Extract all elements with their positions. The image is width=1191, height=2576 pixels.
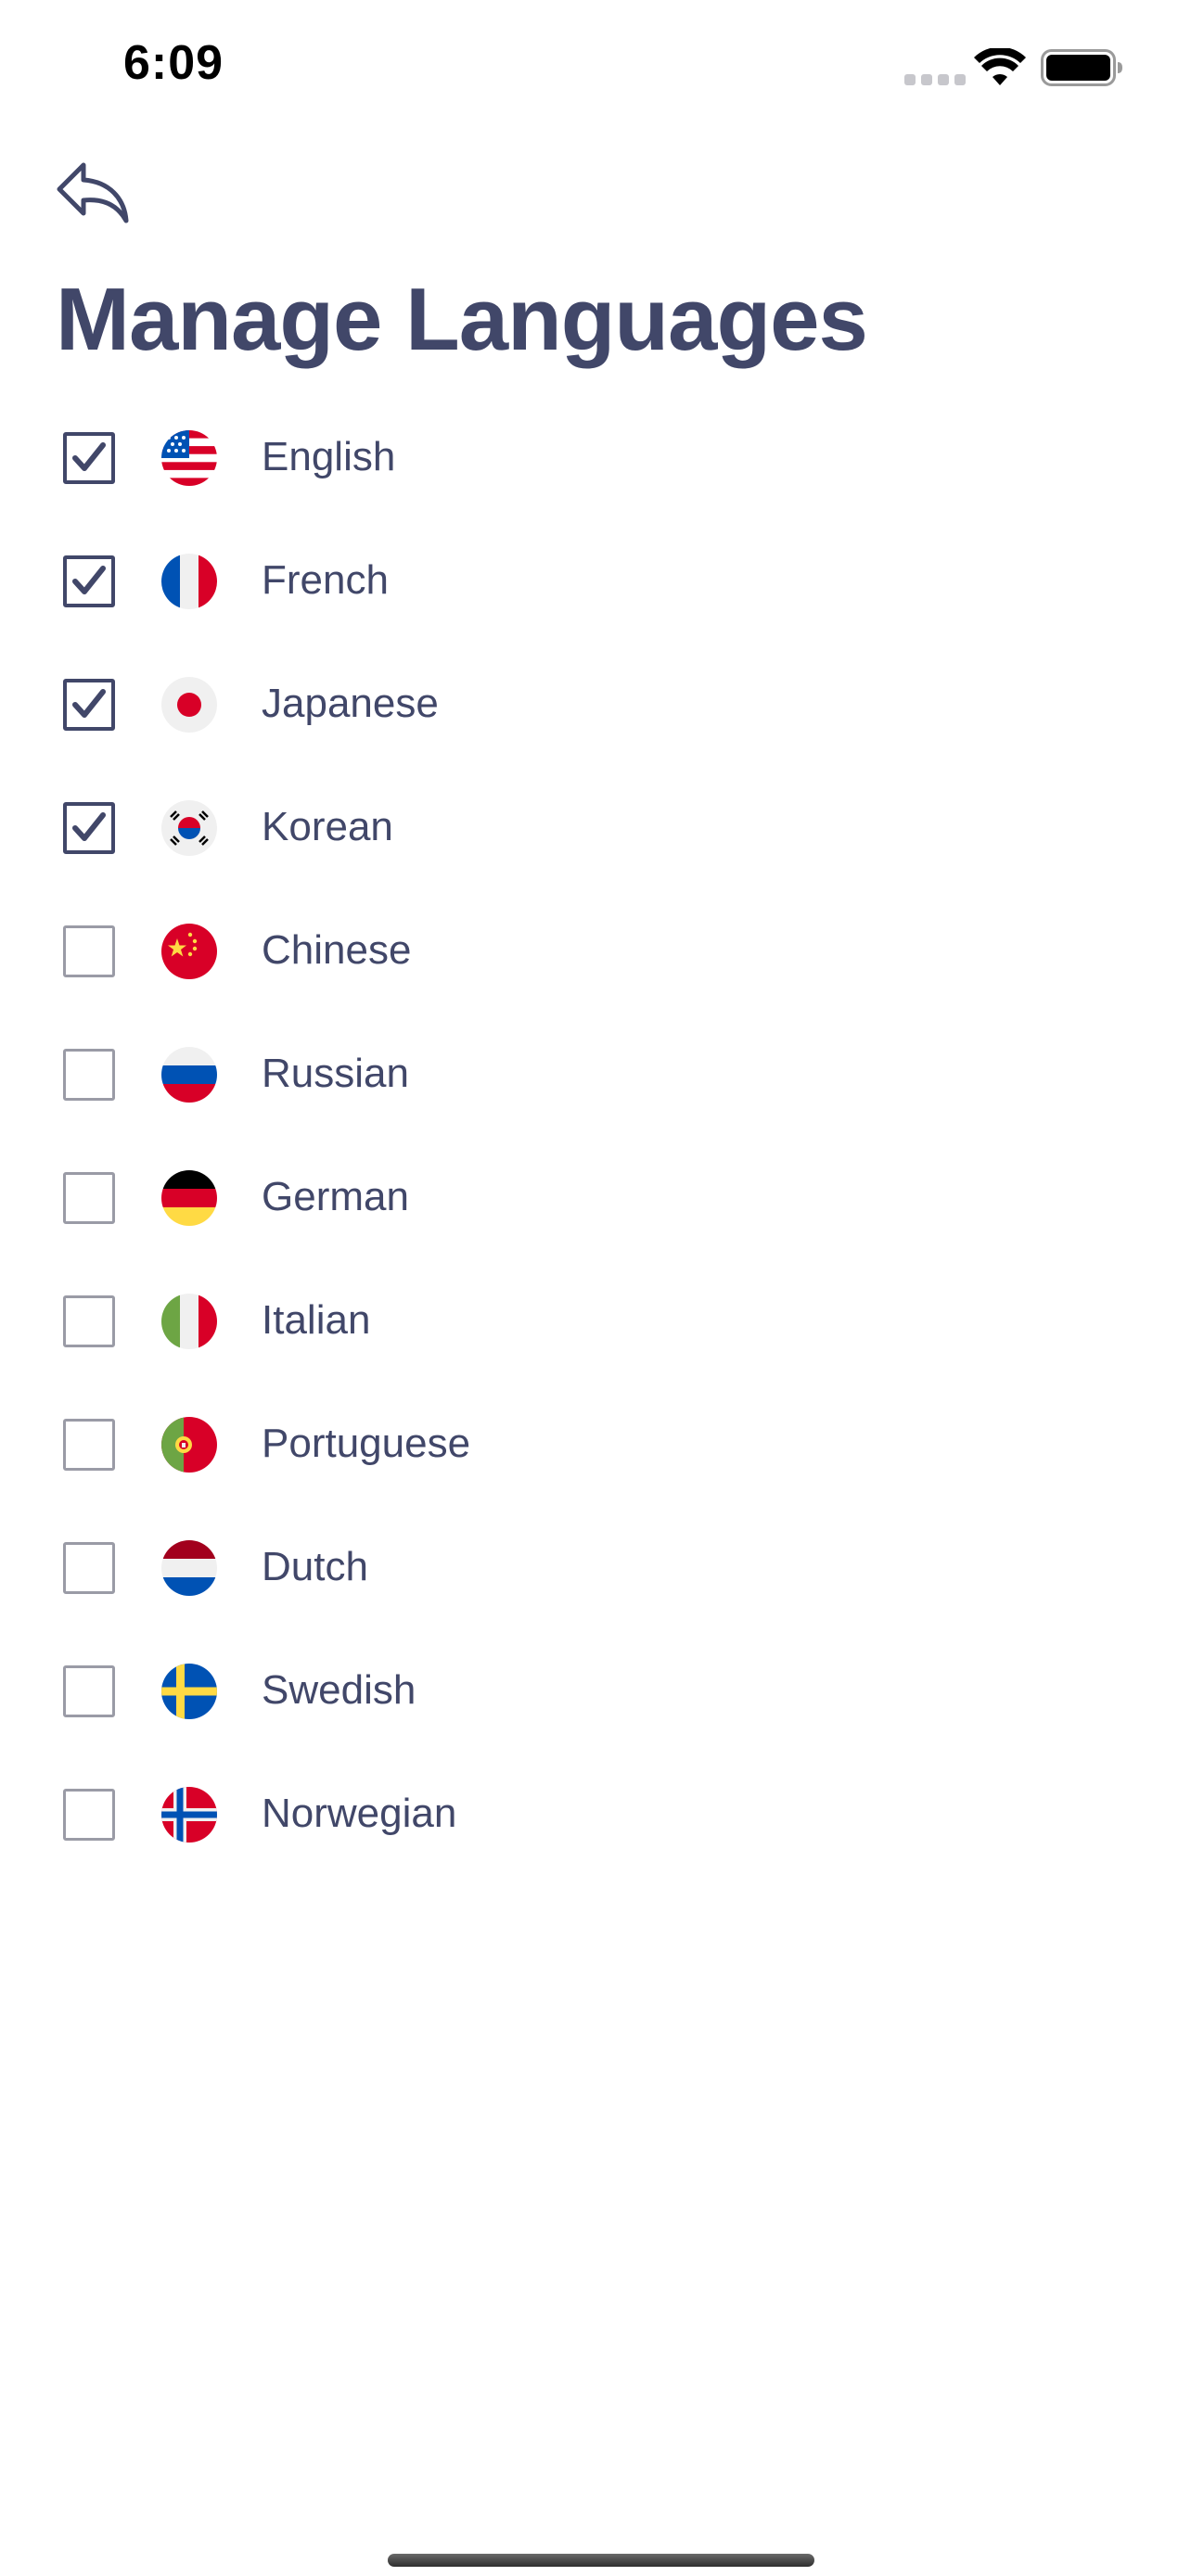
language-item-portuguese[interactable]: Portuguese [0,1385,1191,1509]
language-label: Norwegian [262,1791,457,1836]
france-flag-icon [161,554,217,609]
checkbox-japanese[interactable] [63,679,115,731]
language-list: English French Japanese Korean Chinese R… [0,399,1191,1879]
checkbox-french[interactable] [63,555,115,607]
checkmark-icon [72,812,106,841]
checkbox-italian[interactable] [63,1295,115,1347]
language-item-japanese[interactable]: Japanese [0,645,1191,769]
wifi-icon [974,48,1026,85]
italy-flag-icon [161,1294,217,1349]
japan-flag-icon [161,677,217,733]
language-item-swedish[interactable]: Swedish [0,1632,1191,1755]
germany-flag-icon [161,1170,217,1226]
language-item-norwegian[interactable]: Norwegian [0,1755,1191,1879]
checkbox-russian[interactable] [63,1049,115,1101]
home-indicator[interactable] [388,2554,814,2567]
portugal-flag-icon [161,1417,217,1473]
language-label: French [262,557,389,603]
korea-flag-icon [161,800,217,856]
checkmark-icon [72,689,106,718]
checkmark-icon [72,566,106,594]
back-button[interactable] [56,159,132,226]
language-item-italian[interactable]: Italian [0,1262,1191,1385]
checkmark-icon [72,442,106,471]
norway-flag-icon [161,1787,217,1843]
netherlands-flag-icon [161,1540,217,1596]
checkbox-swedish[interactable] [63,1665,115,1717]
signal-dots-icon [904,74,966,85]
language-label: Chinese [262,927,412,973]
language-item-english[interactable]: English [0,399,1191,522]
checkbox-norwegian[interactable] [63,1789,115,1841]
language-label: Italian [262,1297,371,1343]
language-item-russian[interactable]: Russian [0,1015,1191,1139]
language-item-chinese[interactable]: Chinese [0,892,1191,1015]
language-item-german[interactable]: German [0,1139,1191,1262]
back-arrow-icon [57,162,129,223]
language-label: Swedish [262,1667,416,1713]
status-bar: 6:09 [0,0,1191,139]
battery-icon [1041,49,1122,86]
language-item-french[interactable]: French [0,522,1191,645]
language-label: German [262,1174,409,1219]
sweden-flag-icon [161,1664,217,1719]
status-time: 6:09 [123,36,224,90]
checkbox-chinese[interactable] [63,925,115,977]
us-flag-icon [161,430,217,486]
checkbox-german[interactable] [63,1172,115,1224]
language-label: Portuguese [262,1421,471,1466]
language-label: Korean [262,804,393,849]
china-flag-icon [161,924,217,979]
checkbox-english[interactable] [63,432,115,484]
language-label: Japanese [262,681,439,726]
page-title: Manage Languages [56,270,868,369]
language-label: Dutch [262,1544,368,1589]
language-label: English [262,434,396,479]
checkbox-dutch[interactable] [63,1542,115,1594]
checkbox-portuguese[interactable] [63,1419,115,1471]
checkbox-korean[interactable] [63,802,115,854]
russia-flag-icon [161,1047,217,1103]
language-item-dutch[interactable]: Dutch [0,1509,1191,1632]
language-item-korean[interactable]: Korean [0,769,1191,892]
language-label: Russian [262,1051,409,1096]
